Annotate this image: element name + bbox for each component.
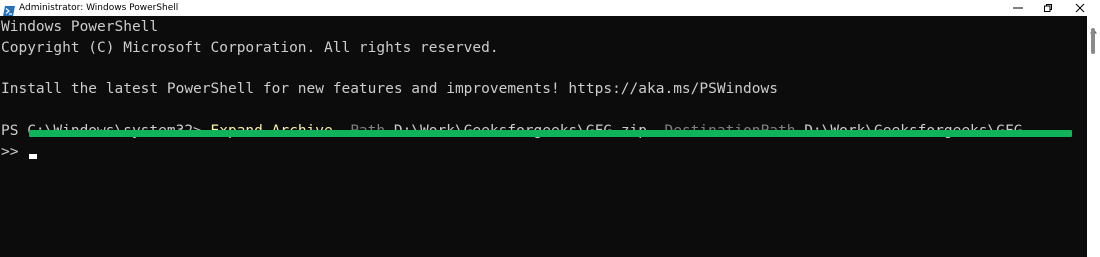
- console-line: Install the latest PowerShell for new fe…: [1, 81, 778, 97]
- progress-bar: [29, 130, 1072, 137]
- scrollbar-thumb[interactable]: [1091, 28, 1095, 54]
- restore-icon: [1044, 4, 1052, 12]
- title-bar[interactable]: Administrator: Windows PowerShell: [0, 0, 1100, 16]
- console-line: Copyright (C) Microsoft Corporation. All…: [1, 40, 499, 56]
- powershell-window: Administrator: Windows PowerShell Window…: [0, 0, 1100, 257]
- text-cursor: [29, 154, 37, 159]
- vertical-scrollbar[interactable]: [1087, 16, 1100, 257]
- restore-button[interactable]: [1030, 0, 1066, 16]
- close-button[interactable]: [1062, 0, 1098, 16]
- close-icon: [1075, 3, 1085, 13]
- scroll-up-icon[interactable]: [1090, 19, 1097, 34]
- console-line: Windows PowerShell: [1, 19, 159, 35]
- minimize-icon: [1013, 7, 1023, 9]
- powershell-icon: [3, 2, 15, 16]
- window-title: Administrator: Windows PowerShell: [19, 3, 179, 13]
- continuation-prompt: >>: [1, 144, 19, 160]
